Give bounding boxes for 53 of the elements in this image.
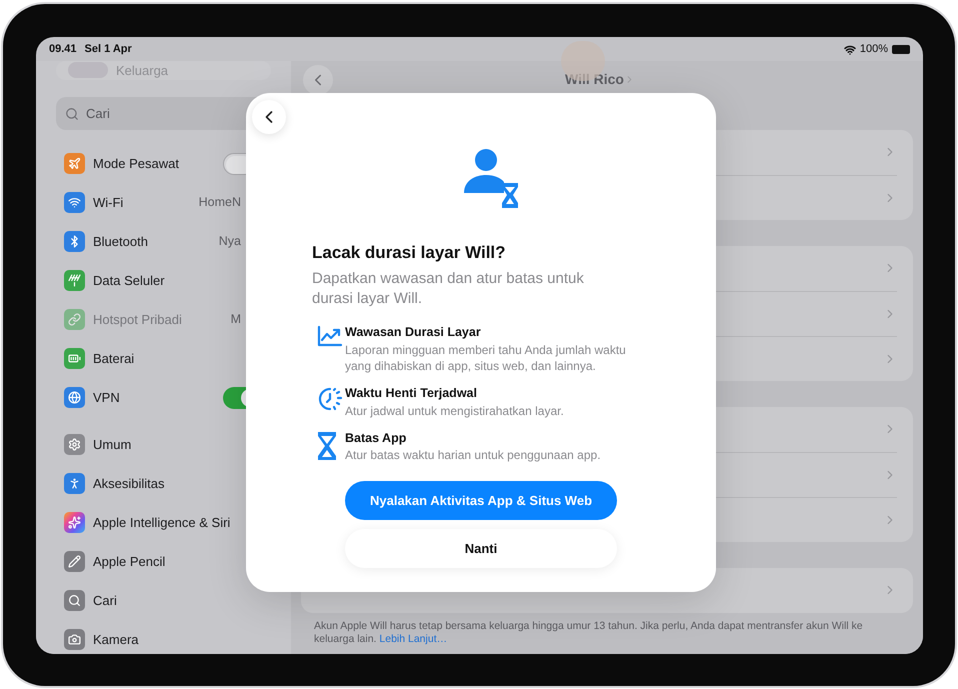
feature-description: Atur batas waktu harian untuk penggunaan app.: [345, 447, 602, 464]
person-hourglass-icon: [462, 148, 520, 210]
sidebar-item[interactable]: Baterai: [93, 348, 134, 368]
sidebar-item[interactable]: VPN: [93, 388, 120, 408]
modal-subtitle: Dapatkan wawasan dan atur batas untuk durasi layar Will.: [312, 269, 585, 309]
later-button[interactable]: Nanti: [345, 529, 617, 568]
bluetooth-icon: [64, 231, 85, 252]
hourglass-icon: [317, 430, 337, 460]
sidebar-item[interactable]: Data Seluler: [93, 270, 165, 290]
clock-icon: [317, 386, 343, 412]
sidebar-item[interactable]: Umum: [93, 434, 132, 454]
sidebar-item[interactable]: Apple Intelligence & Siri: [93, 512, 230, 532]
back-button[interactable]: [252, 100, 286, 134]
status-time: 09.41: [49, 42, 77, 58]
sidebar-item[interactable]: Cari: [93, 590, 117, 610]
sidebar-item[interactable]: Wi-Fi: [93, 192, 124, 212]
accessibility-icon: [64, 473, 85, 494]
sidebar-item[interactable]: Mode Pesawat: [93, 154, 179, 174]
sidebar-item[interactable]: Aksesibilitas: [93, 474, 165, 494]
search-icon: [65, 107, 79, 121]
antenna-icon: [64, 270, 85, 291]
feature-title: Wawasan Durasi Layar: [345, 324, 482, 341]
setting-value: HomeN: [198, 194, 241, 212]
feature-description: Laporan mingguan memberi tahu Anda jumlah waktu yang dihabiskan di app, situs web, dan lainnya.: [345, 342, 627, 374]
sidebar-item[interactable]: Bluetooth: [93, 232, 148, 252]
family-label: Keluarga: [116, 62, 168, 80]
plane-icon: [64, 153, 85, 174]
sidebar-item[interactable]: Kamera: [93, 630, 139, 650]
wifi-signal-icon: [844, 44, 856, 56]
back-button[interactable]: [303, 64, 333, 94]
pencil-icon: [64, 551, 85, 572]
feature-title: Waktu Henti Terjadwal: [345, 384, 478, 402]
wifi-icon: [64, 192, 85, 213]
setting-value: Nya: [218, 233, 241, 250]
battery-icon: [892, 45, 910, 54]
setting-value: M: [230, 311, 241, 328]
primary-button[interactable]: Nyalakan Aktivitas App & Situs Web: [345, 481, 617, 520]
link-icon: [64, 309, 85, 330]
battery-icon: [64, 348, 85, 369]
settings-icon: [64, 434, 85, 455]
battery-percent: 100%: [860, 42, 888, 58]
status-date: Sel 1 Apr: [84, 42, 132, 58]
feature-description: Atur jadwal untuk mengistirahatkan layar.: [345, 402, 565, 418]
sparkle-icon: [64, 512, 85, 533]
sidebar-item[interactable]: Apple Pencil: [93, 552, 166, 572]
feature-title: Batas App: [345, 430, 408, 447]
globe-icon: [64, 387, 85, 408]
footer-note: Akun Apple Will harus tetap bersama keluarga hingga umur 13 tahun. Jika perlu, Anda dapat mentransfer akun Will ke keluarga lain. Lebih Lanjut…: [313, 620, 864, 646]
search-icon: [64, 590, 85, 611]
camera-icon: [64, 629, 85, 650]
trend-chart-icon: [317, 325, 343, 347]
modal-title: Lacak durasi layar Will?: [312, 242, 507, 264]
profile-title: Will Rico: [565, 70, 624, 89]
